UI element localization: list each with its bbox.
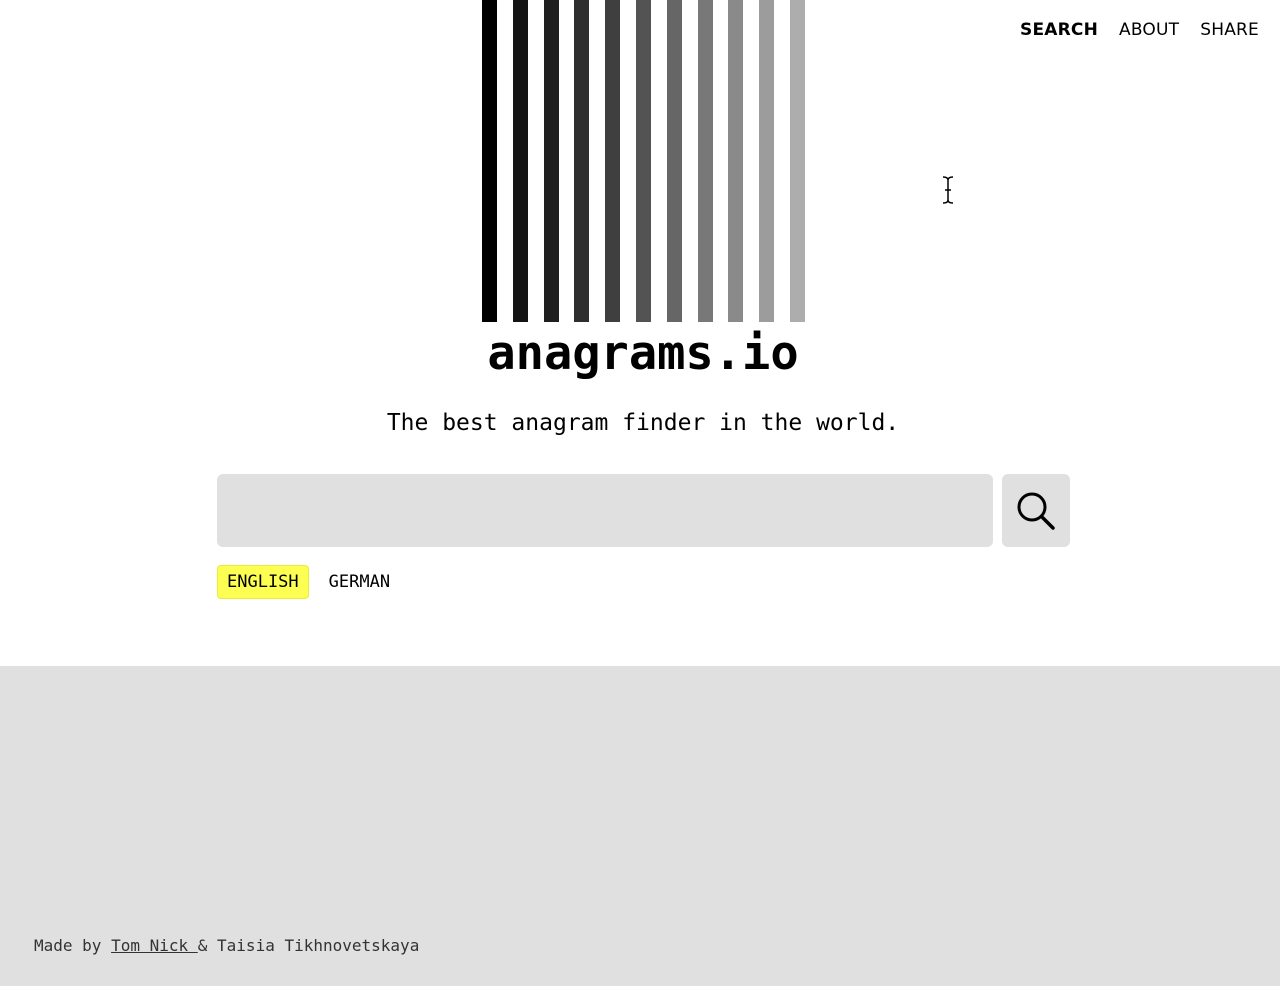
logo-bar [790, 0, 805, 322]
footer-prefix: Made by [34, 936, 112, 955]
results-panel: Made by Tom Nick & Taisia Tikhnovetskaya [0, 666, 1280, 986]
logo-bar [666, 0, 682, 322]
page: SEARCH ABOUT SHARE anagrams.io The best … [0, 0, 1280, 986]
author-link-tom-nick[interactable]: Tom Nick [111, 936, 198, 955]
language-german-button[interactable]: GERMAN [319, 565, 400, 599]
language-english-button[interactable]: ENGLISH [217, 565, 309, 599]
text-cursor-icon [942, 176, 954, 204]
logo-bar [543, 0, 559, 322]
logo-bar [512, 0, 528, 322]
logo-bar [728, 0, 744, 322]
search-icon [1016, 491, 1056, 531]
logo-bar [759, 0, 775, 322]
search-input[interactable] [217, 474, 993, 547]
site-title: anagrams.io [487, 326, 799, 381]
nav-share-link[interactable]: SHARE [1200, 20, 1259, 40]
logo-bar [636, 0, 651, 322]
tagline: The best anagram finder in the world. [386, 410, 900, 436]
footer-separator: & [197, 936, 218, 955]
search-button[interactable] [1002, 474, 1070, 547]
top-nav: SEARCH ABOUT SHARE [1020, 20, 1259, 40]
language-selector: ENGLISH GERMAN [217, 565, 400, 599]
logo-bar [574, 0, 590, 322]
nav-search-link[interactable]: SEARCH [1020, 20, 1098, 40]
logo-bars [482, 0, 806, 322]
author-taisia: Taisia Tikhnovetskaya [217, 936, 420, 955]
nav-about-link[interactable]: ABOUT [1119, 20, 1179, 40]
logo-bar [482, 0, 497, 322]
logo-bar [697, 0, 713, 322]
footer-credits: Made by Tom Nick & Taisia Tikhnovetskaya [34, 936, 419, 955]
logo-bar [605, 0, 621, 322]
